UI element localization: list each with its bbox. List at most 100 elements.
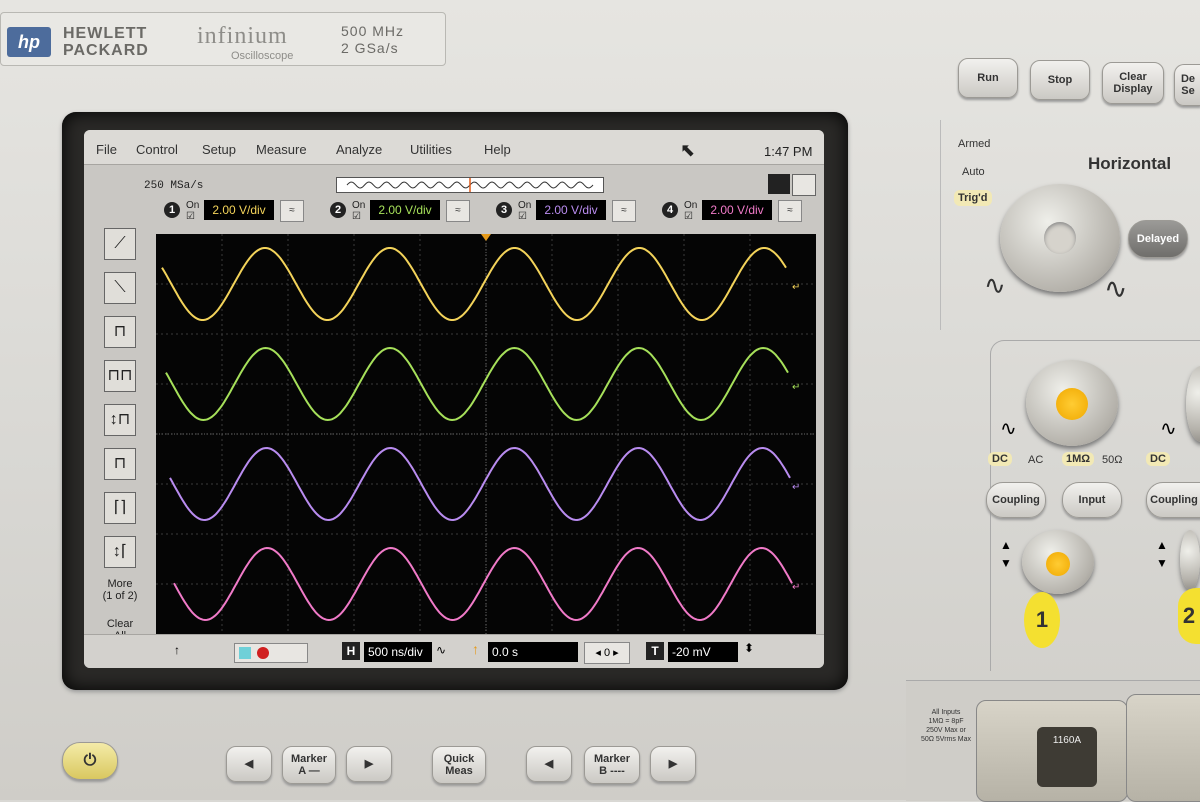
power-icon: ⏻	[83, 752, 97, 769]
menu-analyze[interactable]: Analyze	[336, 142, 382, 157]
power-button[interactable]: ⏻	[62, 742, 118, 780]
channel-1-scale-knob[interactable]	[1022, 530, 1094, 594]
channel-2-on-checkbox[interactable]: On ☑	[352, 200, 365, 222]
channel-1-number: 1	[164, 202, 180, 218]
input-button[interactable]: Input	[1062, 482, 1122, 518]
channel-1-on-checkbox[interactable]: On ☑	[186, 200, 199, 222]
trigger-level-stepper-icon[interactable]: ⬍	[744, 641, 754, 655]
channel-3-scale-adjust-icon[interactable]: ≈	[612, 200, 636, 222]
trigd-indicator: Trig'd	[954, 190, 992, 206]
screen: File Control Setup Measure Analyze Utili…	[84, 130, 824, 668]
status-bar: ↑ H 500 ns/div ∿ ↑ 0.0 s ◂ 0 ▸ T -20 mV …	[84, 634, 824, 668]
input-warning-label: All Inputs 1MΩ = 8pF 250V Max or 50Ω 5Vr…	[920, 709, 972, 743]
channel-4-control: 4 On ☑ 2.00 V/div ≈	[662, 198, 822, 224]
channel-1-badge[interactable]: 1	[1024, 592, 1060, 648]
horizontal-knob[interactable]	[1000, 184, 1120, 292]
ac-label: AC	[1028, 454, 1044, 466]
marker-a-left-button[interactable]: ◀	[226, 746, 272, 782]
glitch-trigger-icon[interactable]: ↕⊓	[104, 404, 136, 436]
channel-3-on-checkbox[interactable]: On ☑	[518, 200, 531, 222]
runt-trigger-icon[interactable]: ⊓	[104, 448, 136, 480]
scale-arrows-icon-2: ▲ ▼	[1156, 538, 1168, 570]
horizontal-icon: H	[342, 642, 360, 660]
channel-4-on-checkbox[interactable]: On ☑	[684, 200, 697, 222]
menu-setup[interactable]: Setup	[202, 142, 236, 157]
run-button[interactable]: Run	[958, 58, 1018, 98]
channel-2-number: 2	[330, 202, 346, 218]
waveform-display[interactable]: ↵ ↵ ↵ ↵	[156, 234, 816, 634]
run-indicator-icon	[239, 647, 251, 659]
falling-edge-trigger-icon[interactable]: ⟍	[104, 272, 136, 304]
quick-meas-button[interactable]: Quick Meas	[432, 746, 486, 784]
left-arrow-icon: ↑	[174, 643, 180, 657]
pulse-trigger-icon[interactable]: ⊓	[104, 316, 136, 348]
clear-display-button[interactable]: Clear Display	[1102, 62, 1164, 104]
menu-measure[interactable]: Measure	[256, 142, 307, 157]
armed-label: Armed	[958, 138, 991, 150]
channel-3-ground-marker-icon: ↵	[792, 482, 800, 493]
dc-indicator: DC	[988, 452, 1012, 466]
trigger-icon: T	[646, 642, 664, 660]
one-mohm-indicator: 1MΩ	[1062, 452, 1095, 466]
brand-name: HEWLETT PACKARD	[63, 25, 149, 59]
menu-bar: File Control Setup Measure Analyze Utili…	[84, 130, 824, 165]
horizontal-label: Horizontal	[1088, 154, 1172, 173]
oscilloscope-bezel: hp HEWLETT PACKARD infinium Oscilloscope …	[0, 0, 1200, 802]
rising-edge-trigger-icon[interactable]: ⟋	[104, 228, 136, 260]
probe-connector-1[interactable]: 1160A	[976, 700, 1128, 802]
wave-right-icon: ∿	[1160, 418, 1177, 440]
waveform-overview[interactable]	[336, 177, 604, 193]
marker-a-button[interactable]: Marker A —	[282, 746, 336, 784]
channel-1-offset-knob[interactable]	[1026, 360, 1118, 446]
menu-utilities[interactable]: Utilities	[410, 142, 452, 157]
menu-help[interactable]: Help	[484, 142, 511, 157]
delay-marker-icon: ↑	[472, 641, 479, 657]
channel-2-ground-marker-icon: ↵	[792, 382, 800, 393]
channel-2-control: 2 On ☑ 2.00 V/div ≈	[330, 198, 490, 224]
wave-small-icon: ∿	[984, 270, 1006, 300]
timebase-field[interactable]: 500 ns/div	[364, 642, 432, 662]
channel-2-badge[interactable]: 2	[1178, 588, 1200, 644]
more-button[interactable]: More (1 of 2)	[100, 578, 140, 602]
default-setup-button[interactable]: De Se	[1174, 64, 1200, 106]
marker-a-right-button[interactable]: ▶	[346, 746, 392, 782]
right-arrow-icon: ▶	[364, 758, 374, 770]
transition-trigger-icon[interactable]: ↕⌈	[104, 536, 136, 568]
probe-connector-2[interactable]	[1126, 694, 1200, 802]
display-mode-icon[interactable]	[768, 174, 790, 194]
channel-2-scale[interactable]: 2.00 V/div	[370, 200, 440, 220]
channel-3-control: 3 On ☑ 2.00 V/div ≈	[496, 198, 656, 224]
record-indicator-icon	[257, 647, 269, 659]
fifty-ohm-label: 50Ω	[1102, 454, 1123, 466]
channel-2-scale-knob[interactable]	[1180, 530, 1200, 590]
stop-button[interactable]: Stop	[1030, 60, 1090, 100]
coupling-button-2[interactable]: Coupling	[1146, 482, 1200, 518]
channel-3-scale[interactable]: 2.00 V/div	[536, 200, 606, 220]
channel-4-scale[interactable]: 2.00 V/div	[702, 200, 772, 220]
delay-field[interactable]: 0.0 s	[488, 642, 578, 662]
pattern-trigger-icon[interactable]: ⊓⊓	[104, 360, 136, 392]
menu-control[interactable]: Control	[136, 142, 178, 157]
channel-2-scale-adjust-icon[interactable]: ≈	[446, 200, 470, 222]
left-arrow-icon: ◀	[544, 758, 554, 770]
delay-stepper[interactable]: ◂ 0 ▸	[584, 642, 630, 664]
waveform-svg: ↵ ↵ ↵ ↵	[156, 234, 816, 634]
marker-b-right-button[interactable]: ▶	[650, 746, 696, 782]
marker-b-left-button[interactable]: ◀	[526, 746, 572, 782]
marker-b-button[interactable]: Marker B ----	[584, 746, 640, 784]
acquisition-status-icons[interactable]	[234, 643, 308, 663]
channel-1-ground-marker-icon: ↵	[792, 282, 800, 293]
mouse-mode-icon[interactable]	[792, 174, 816, 196]
delayed-button[interactable]: Delayed	[1128, 220, 1188, 258]
coupling-button[interactable]: Coupling	[986, 482, 1046, 518]
timeout-trigger-icon[interactable]: ⌈⌉	[104, 492, 136, 524]
menu-file[interactable]: File	[96, 142, 117, 157]
trigger-level-field[interactable]: -20 mV	[668, 642, 738, 662]
product-subtitle: Oscilloscope	[231, 50, 294, 62]
channel-1-scale-adjust-icon[interactable]: ≈	[280, 200, 304, 222]
channel-1-scale[interactable]: 2.00 V/div	[204, 200, 274, 220]
channel-4-scale-adjust-icon[interactable]: ≈	[778, 200, 802, 222]
wave-left-icon: ∿	[1000, 418, 1017, 440]
product-name: infinium	[197, 23, 288, 49]
timebase-adjust-icon[interactable]: ∿	[436, 643, 446, 657]
